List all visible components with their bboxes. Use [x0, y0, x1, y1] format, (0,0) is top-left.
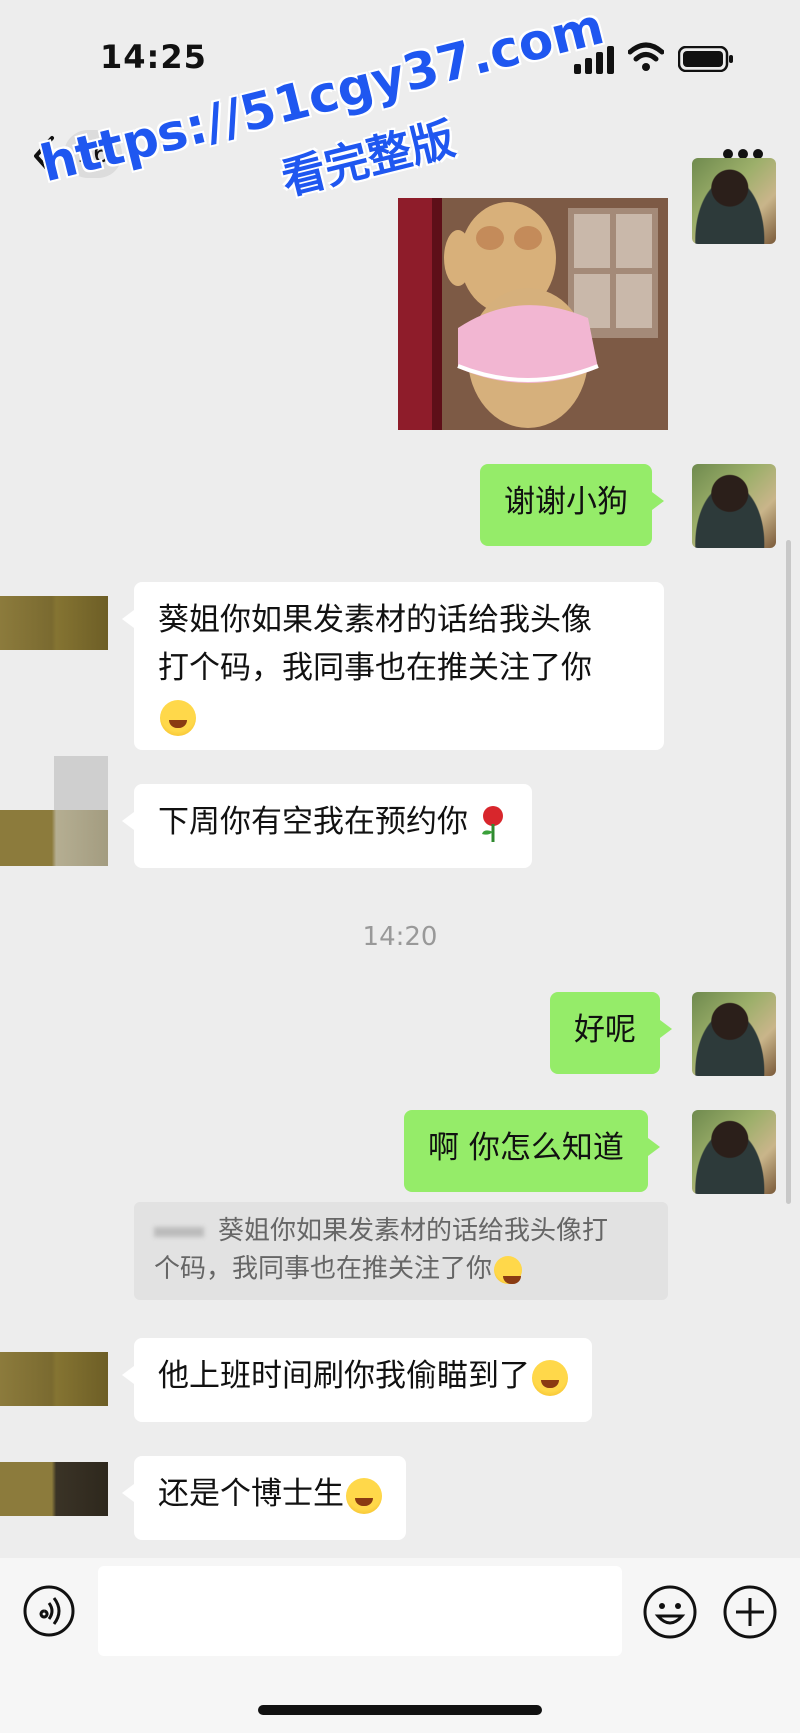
message-bubble-self[interactable]: 好呢	[550, 992, 672, 1074]
quote-text-line: 葵姐你如果发素材的话给我头像打	[218, 1216, 609, 1246]
laughing-crying-emoji-icon	[160, 699, 196, 736]
laughing-crying-emoji-icon	[532, 1359, 568, 1396]
message-text: 好呢	[574, 1012, 636, 1048]
smiley-icon[interactable]	[642, 1584, 698, 1640]
battery-icon	[678, 46, 733, 72]
self-avatar[interactable]	[692, 1110, 776, 1194]
message-text-line: 打个码，我同事也在推关注了你	[158, 650, 592, 686]
message-text: 还是个博士生	[158, 1476, 344, 1512]
message-text: 谢谢小狗	[504, 484, 628, 520]
quoted-message[interactable]: 葵姐你如果发素材的话给我头像打 个码，我同事也在推关注了你	[134, 1202, 668, 1300]
message-bubble-self[interactable]: 谢谢小狗	[480, 464, 664, 546]
chat-timestamp: 14:20	[362, 922, 438, 952]
chevron-left-icon[interactable]	[30, 134, 58, 178]
message-bubble-self[interactable]: 啊 你怎么知道	[404, 1110, 660, 1192]
image-message[interactable]	[398, 198, 668, 430]
pixelated-avatar-block	[54, 756, 108, 810]
message-bubble-other[interactable]: 还是个博士生	[122, 1456, 406, 1540]
message-input[interactable]	[98, 1566, 622, 1656]
message-bubble-other[interactable]: 他上班时间刷你我偷瞄到了	[122, 1338, 592, 1422]
self-avatar[interactable]	[692, 464, 776, 548]
chat-header: 16	[0, 110, 800, 200]
contact-avatar[interactable]	[0, 596, 108, 650]
self-avatar[interactable]	[692, 992, 776, 1076]
plus-circle-icon[interactable]	[722, 1584, 778, 1640]
chat-scrollbar[interactable]	[786, 540, 791, 1204]
status-time: 14:25	[100, 38, 207, 76]
cellular-signal-icon	[574, 46, 614, 74]
quote-text-line: 个码，我同事也在推关注了你	[154, 1254, 493, 1284]
teddy-bear-photo	[398, 198, 668, 430]
contact-avatar[interactable]	[0, 810, 108, 866]
message-text: 啊 你怎么知道	[428, 1130, 624, 1166]
unread-count-badge[interactable]: 16	[64, 130, 122, 178]
message-input-bar	[0, 1558, 800, 1733]
laughing-crying-emoji-icon	[494, 1255, 523, 1284]
wifi-icon	[628, 42, 664, 71]
status-bar: 14:25	[0, 0, 800, 110]
rose-emoji-icon	[481, 805, 503, 842]
message-text: 他上班时间刷你我偷瞄到了	[158, 1358, 530, 1394]
worried-face-emoji-icon	[346, 1477, 382, 1514]
message-text: 下周你有空我在预约你	[158, 804, 468, 840]
message-bubble-other[interactable]: 下周你有空我在预约你	[122, 784, 532, 868]
home-indicator[interactable]	[258, 1705, 542, 1715]
quoted-sender-blur	[154, 1226, 204, 1237]
voice-icon[interactable]	[22, 1584, 76, 1638]
message-bubble-other[interactable]: 葵姐你如果发素材的话给我头像 打个码，我同事也在推关注了你	[122, 582, 664, 750]
self-avatar[interactable]	[692, 158, 776, 244]
contact-avatar[interactable]	[0, 1462, 108, 1516]
contact-avatar[interactable]	[0, 1352, 108, 1406]
message-text-line: 葵姐你如果发素材的话给我头像	[158, 602, 592, 638]
